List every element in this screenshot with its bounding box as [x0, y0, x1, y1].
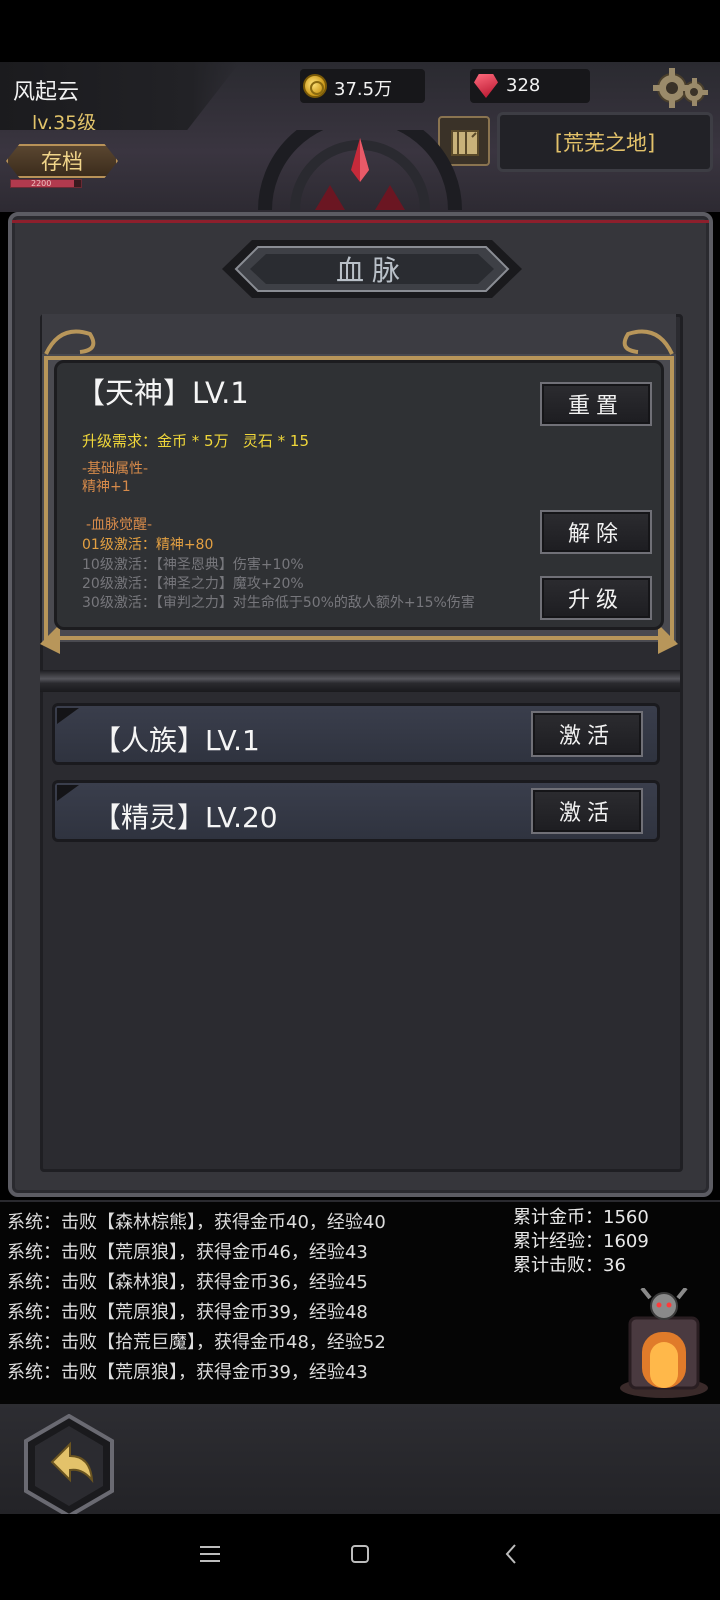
- section-divider: [40, 670, 680, 692]
- bloodline-row-elf: 【精灵】LV.20 激活: [52, 780, 660, 842]
- back-arrow-icon[interactable]: [22, 1414, 116, 1518]
- total-exp: 累计经验：1609: [513, 1231, 649, 1252]
- log-entry: 系统：击败【拾荒巨魔】，获得金币48，经验52: [7, 1332, 386, 1353]
- gem-counter: 328: [470, 69, 590, 103]
- base-attr-heading: -基础属性-: [82, 461, 149, 477]
- menu-icon[interactable]: [198, 1542, 222, 1566]
- panel-title: 血脉: [335, 254, 408, 287]
- player-panel[interactable]: 风起云 lv.35级: [0, 62, 240, 130]
- activate-button[interactable]: 激活: [531, 711, 643, 757]
- active-bloodline-card: 【天神】LV.1 升级需求：金币 * 5万 灵石 * 15 -基础属性- 精神+…: [40, 314, 678, 654]
- back-chevron-icon[interactable]: [500, 1542, 524, 1566]
- battle-stats: 累计金币：1560 累计经验：1609 累计击败：36: [513, 1206, 649, 1278]
- upgrade-button[interactable]: 升级: [540, 576, 652, 620]
- awaken-line: 01级激活：精神+80: [82, 537, 214, 553]
- base-attr-value: 精神+1: [82, 479, 131, 495]
- log-entry: 系统：击败【森林狼】，获得金币36，经验45: [7, 1272, 368, 1293]
- gold-counter: 37.5万: [300, 69, 425, 103]
- upgrade-requirement: 升级需求：金币 * 5万 灵石 * 15: [82, 432, 310, 450]
- gold-amount: 37.5万: [334, 79, 393, 100]
- row-corner-decoration: [57, 708, 79, 724]
- bloodline-row-human: 【人族】LV.1 激活: [52, 703, 660, 765]
- panel-top-trim: [12, 220, 709, 223]
- player-name: 风起云: [13, 80, 80, 105]
- awaken-heading: -血脉觉醒-: [86, 517, 153, 533]
- save-button[interactable]: 存档: [6, 144, 118, 178]
- gem-icon: [474, 74, 498, 98]
- crest-ornament: [258, 130, 462, 210]
- awaken-line: 20级激活：【神圣之力】魔攻+20%: [82, 576, 304, 592]
- bottom-bar: [0, 1404, 720, 1518]
- log-entry: 系统：击败【荒原狼】，获得金币39，经验43: [7, 1362, 368, 1383]
- log-entry: 系统：击败【荒原狼】，获得金币39，经验48: [7, 1302, 368, 1323]
- coin-icon: [303, 74, 327, 98]
- activate-button[interactable]: 激活: [531, 788, 643, 834]
- bloodline-row-title: 【人族】LV.1: [93, 724, 260, 757]
- awaken-line: 10级激活：【神圣恩典】伤害+10%: [82, 557, 304, 573]
- awaken-line: 30级激活：【审判之力】对生命低于50%的敌人额外+15%伤害: [82, 595, 475, 611]
- panel-title-plate: 血脉: [222, 236, 522, 302]
- bloodline-title: 【天神】LV.1: [76, 376, 249, 410]
- portal-icon[interactable]: [616, 1288, 712, 1400]
- gem-amount: 328: [506, 75, 541, 96]
- total-gold: 累计金币：1560: [513, 1207, 649, 1228]
- home-square-icon[interactable]: [348, 1542, 372, 1566]
- battle-log: 系统：击败【森林棕熊】，获得金币40，经验40 系统：击败【荒原狼】，获得金币4…: [0, 1200, 720, 1404]
- total-kills: 累计击败：36: [513, 1255, 626, 1276]
- reset-button[interactable]: 重置: [540, 382, 652, 426]
- status-bar: [0, 0, 720, 62]
- top-hud: 风起云 lv.35级 存档 2200 37.5万 328 [荒芜之地]: [0, 62, 720, 212]
- player-level: lv.35级: [32, 112, 97, 134]
- area-name-button[interactable]: [荒芜之地]: [497, 112, 713, 172]
- row-corner-decoration: [57, 785, 79, 801]
- log-entry: 系统：击败【森林棕熊】，获得金币40，经验40: [7, 1212, 386, 1233]
- log-entry: 系统：击败【荒原狼】，获得金币46，经验43: [7, 1242, 368, 1263]
- gear-icon[interactable]: [650, 66, 710, 110]
- exp-text: 2200: [31, 179, 52, 188]
- bloodline-row-title: 【精灵】LV.20: [93, 801, 278, 834]
- system-nav-bar: [0, 1514, 720, 1600]
- remove-button[interactable]: 解除: [540, 510, 652, 554]
